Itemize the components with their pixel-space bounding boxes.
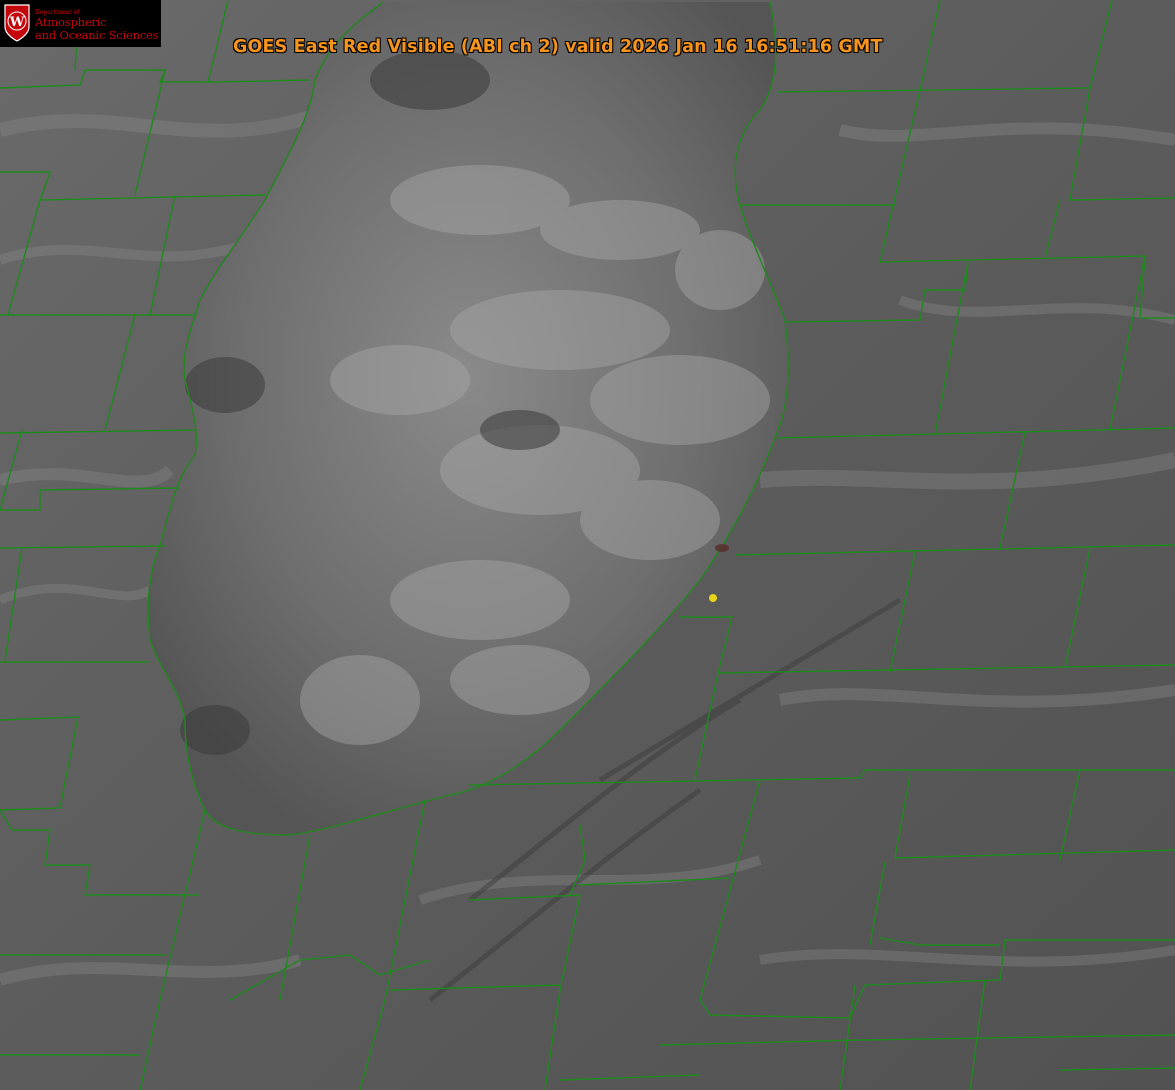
logo-line1: Atmospheric: [35, 15, 107, 29]
logo-line2: and Oceanic Sciences: [35, 28, 159, 42]
shore-feature: [715, 544, 729, 552]
image-title: GOES East Red Visible (ABI ch 2) valid 2…: [233, 37, 883, 57]
satellite-image: [0, 0, 1175, 1090]
uw-crest-icon: W: [4, 4, 30, 42]
station-marker: [709, 594, 717, 602]
crest-letter: W: [9, 15, 25, 30]
aos-logo: W Department of Atmospheric and Oceanic …: [0, 0, 161, 47]
